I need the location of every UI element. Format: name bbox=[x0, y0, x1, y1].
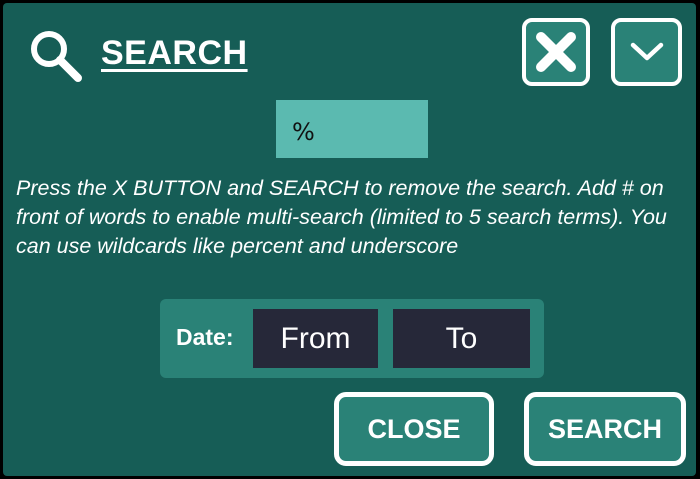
date-label: Date: bbox=[176, 324, 234, 350]
search-panel: SEARCH Press the X BUTTON and SEARCH to … bbox=[3, 3, 696, 476]
clear-search-button[interactable] bbox=[522, 18, 590, 86]
search-icon bbox=[31, 31, 82, 82]
date-to-field[interactable]: To bbox=[393, 309, 530, 368]
chevron-down-icon bbox=[630, 42, 663, 61]
close-icon bbox=[536, 32, 576, 72]
collapse-button[interactable] bbox=[611, 18, 682, 86]
close-button[interactable]: CLOSE bbox=[334, 392, 494, 466]
search-help-text: Press the X BUTTON and SEARCH to remove … bbox=[16, 176, 667, 258]
panel-title: SEARCH bbox=[101, 34, 248, 72]
search-button[interactable]: SEARCH bbox=[524, 392, 686, 466]
search-input[interactable] bbox=[276, 100, 428, 158]
date-filter: Date: From To bbox=[160, 299, 544, 378]
date-from-field[interactable]: From bbox=[253, 309, 378, 368]
